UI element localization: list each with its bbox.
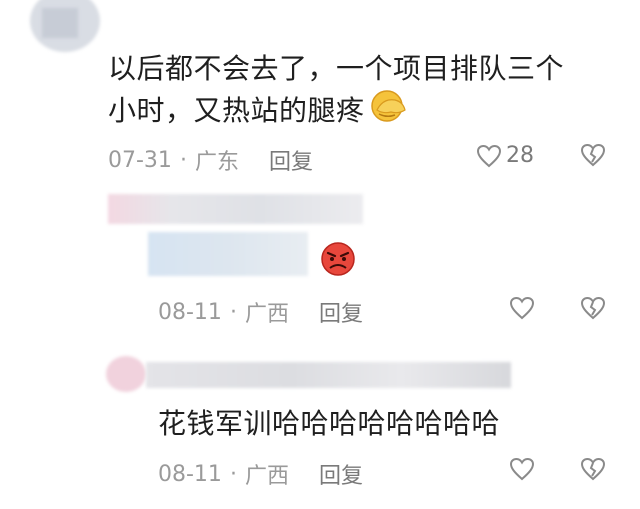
like-button[interactable]: [509, 457, 535, 481]
reply-text-blur: [148, 232, 308, 276]
heart-outline-icon: [476, 144, 502, 167]
meta-separator: ·: [229, 461, 237, 487]
dislike-button[interactable]: [580, 457, 606, 481]
dislike-button[interactable]: [580, 296, 606, 320]
broken-heart-icon: [580, 457, 606, 481]
like-button[interactable]: 28: [476, 143, 534, 168]
broken-heart-icon: [580, 296, 606, 320]
heart-outline-icon: [509, 457, 535, 481]
comment-date: 07-31: [108, 147, 172, 173]
username-blur[interactable]: [146, 362, 511, 388]
meta-separator: ·: [179, 147, 187, 173]
reply-button[interactable]: 回复: [319, 296, 363, 328]
angry-face-emoji: [318, 241, 358, 281]
like-count: 28: [506, 143, 534, 168]
broken-heart-icon: [580, 143, 606, 167]
like-button[interactable]: [509, 296, 535, 320]
username-blur[interactable]: [108, 194, 363, 224]
comment-text-line: 小时，又热站的腿疼: [108, 94, 365, 127]
avatar[interactable]: [106, 356, 146, 392]
comment-date: 08-11: [158, 461, 222, 487]
comment-text-line2: 小时，又热站的腿疼: [108, 88, 564, 134]
comment-text: 花钱军训哈哈哈哈哈哈哈哈: [158, 407, 501, 440]
comment-date: 08-11: [158, 299, 222, 325]
comment-location: 广东: [194, 150, 239, 175]
dislike-button[interactable]: [580, 143, 606, 167]
face-palm-emoji: [369, 88, 409, 134]
comment-meta: 07-31 · 广东 回复: [108, 144, 313, 176]
comment-text: 以后都不会去了，一个项目排队三个 小时，又热站的腿疼: [108, 50, 564, 134]
comment-location: 广西: [244, 464, 289, 489]
comment-meta: 08-11 · 广西 回复: [158, 296, 363, 328]
meta-separator: ·: [229, 299, 237, 325]
reply-button[interactable]: 回复: [319, 458, 363, 490]
heart-outline-icon: [509, 296, 535, 320]
reply-button[interactable]: 回复: [269, 144, 313, 176]
comment-text-line: 以后都不会去了，一个项目排队三个: [108, 52, 565, 85]
comment-meta: 08-11 · 广西 回复: [158, 458, 363, 490]
comment-location: 广西: [244, 302, 289, 327]
avatar-blur-detail: [42, 8, 78, 38]
